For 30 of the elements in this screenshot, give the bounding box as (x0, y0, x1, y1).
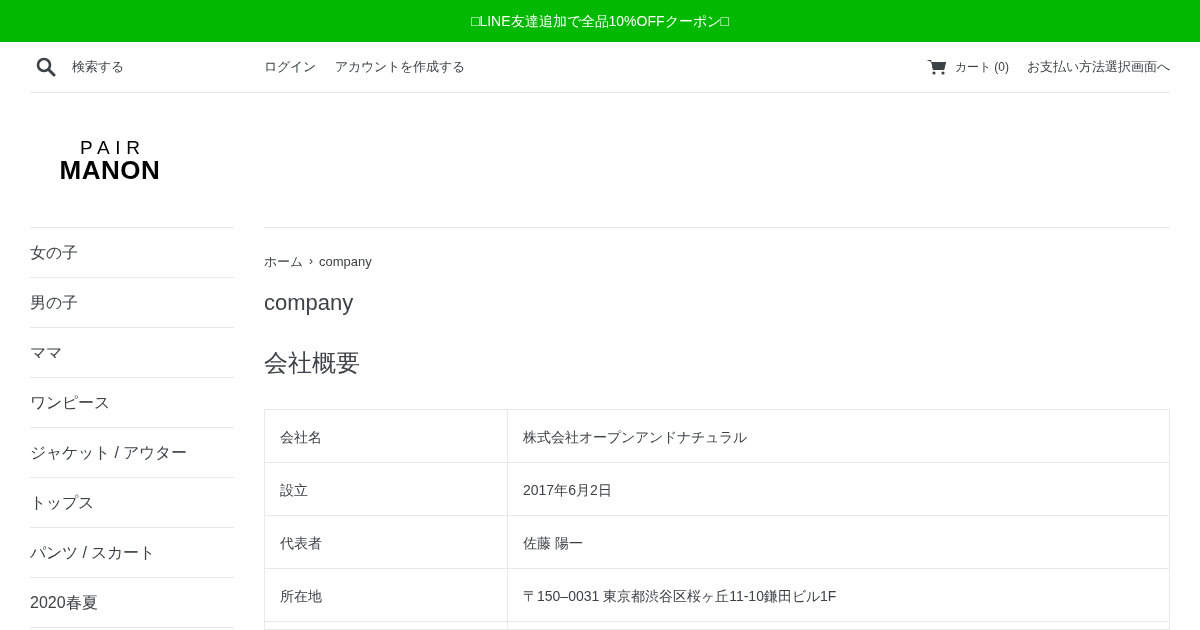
checkout-link[interactable]: お支払い方法選択画面へ (1027, 57, 1170, 77)
announcement-text: □LINE友達追加で全品10%OFFクーポン□ (470, 11, 730, 31)
table-cell: 〒150–0031 東京都渋谷区桜ヶ丘11-10鎌田ビル1F (507, 568, 1170, 621)
header-link[interactable]: アカウントを作成する (335, 57, 465, 77)
section-heading: 会社概要 (264, 347, 361, 378)
table-cell: 株式会社オープンアンドナチュラル (507, 409, 1170, 462)
table-cell: 2017年6月2日 (507, 462, 1170, 515)
sidebar-link[interactable]: 男の子 (30, 290, 78, 315)
breadcrumb-separator: › (309, 253, 313, 270)
table-cell: 設立 (264, 462, 508, 515)
breadcrumb-link[interactable]: ホーム (264, 252, 303, 272)
sidebar-link[interactable]: ママ (30, 340, 62, 365)
sidebar-link[interactable]: 2020春夏 (30, 590, 98, 615)
cart-icon (927, 59, 947, 75)
breadcrumb-current-page: company (319, 253, 372, 271)
sidebar-link[interactable]: トップス (30, 490, 94, 515)
table-cell: 所在地 (264, 568, 508, 621)
logo[interactable]: PAIR MANON (42, 138, 178, 183)
table-cell: 会社名 (264, 409, 508, 462)
cart-link[interactable]: カート (0) (927, 58, 1009, 76)
table-cell: 代表者 (264, 515, 508, 568)
search-field[interactable]: 検索する (72, 57, 222, 77)
sidebar-link[interactable]: 女の子 (30, 240, 78, 265)
table-cell: 佐藤 陽一 (507, 515, 1170, 568)
sidebar-link[interactable]: ワンピース (30, 390, 110, 415)
page-title: company (264, 288, 355, 317)
sidebar-link[interactable]: パンツ / スカート (30, 540, 156, 565)
sidebar-link[interactable]: ジャケット / アウター (30, 440, 188, 465)
header-link[interactable]: ログイン (264, 57, 316, 77)
search-icon[interactable] (36, 57, 56, 77)
